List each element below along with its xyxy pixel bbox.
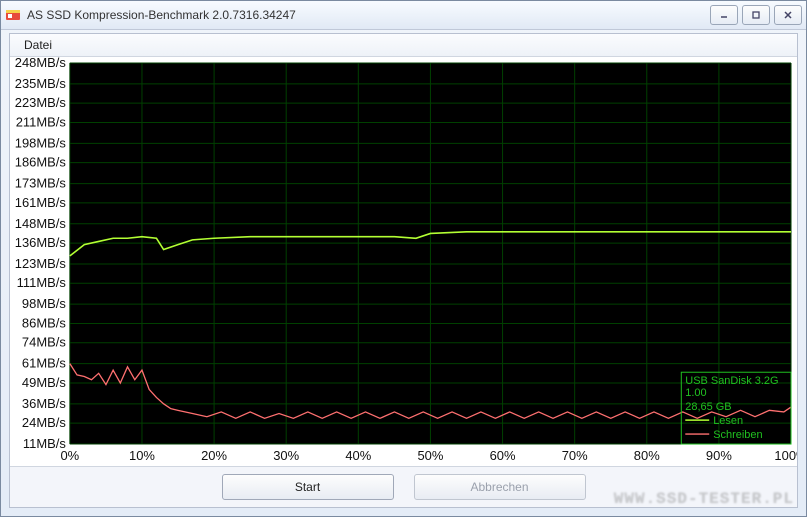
svg-text:36MB/s: 36MB/s [22, 396, 66, 411]
window-title: AS SSD Kompression-Benchmark 2.0.7316.34… [27, 8, 710, 22]
titlebar: AS SSD Kompression-Benchmark 2.0.7316.34… [1, 1, 806, 30]
chart-area: 11MB/s24MB/s36MB/s49MB/s61MB/s74MB/s86MB… [10, 57, 797, 466]
svg-text:173MB/s: 173MB/s [15, 176, 67, 191]
svg-text:70%: 70% [562, 448, 588, 463]
svg-text:223MB/s: 223MB/s [15, 95, 67, 110]
svg-text:198MB/s: 198MB/s [15, 135, 67, 150]
svg-text:211MB/s: 211MB/s [16, 114, 67, 129]
svg-text:0%: 0% [60, 448, 79, 463]
menu-file[interactable]: Datei [18, 36, 58, 54]
app-window: AS SSD Kompression-Benchmark 2.0.7316.34… [0, 0, 807, 517]
svg-text:248MB/s: 248MB/s [15, 57, 67, 70]
svg-text:24MB/s: 24MB/s [22, 415, 66, 430]
svg-text:60%: 60% [490, 448, 516, 463]
svg-text:98MB/s: 98MB/s [22, 296, 66, 311]
svg-text:86MB/s: 86MB/s [22, 315, 66, 330]
svg-text:1.00: 1.00 [685, 387, 706, 399]
svg-text:111MB/s: 111MB/s [17, 275, 67, 290]
svg-text:40%: 40% [345, 448, 371, 463]
svg-text:161MB/s: 161MB/s [15, 195, 67, 210]
cancel-button: Abbrechen [414, 474, 586, 500]
svg-text:28,65 GB: 28,65 GB [685, 401, 731, 413]
button-row: Start Abbrechen [10, 466, 797, 507]
svg-text:74MB/s: 74MB/s [22, 335, 66, 350]
svg-text:30%: 30% [273, 448, 299, 463]
svg-text:50%: 50% [417, 448, 443, 463]
maximize-button[interactable] [742, 5, 770, 25]
svg-text:136MB/s: 136MB/s [15, 235, 67, 250]
svg-text:10%: 10% [129, 448, 155, 463]
svg-text:49MB/s: 49MB/s [22, 375, 66, 390]
menubar: Datei [10, 34, 797, 57]
svg-text:90%: 90% [706, 448, 732, 463]
svg-text:80%: 80% [634, 448, 660, 463]
app-icon [5, 7, 21, 23]
svg-text:Schreiben: Schreiben [713, 429, 762, 441]
svg-text:61MB/s: 61MB/s [22, 356, 66, 371]
svg-text:186MB/s: 186MB/s [15, 155, 67, 170]
svg-text:20%: 20% [201, 448, 227, 463]
start-button[interactable]: Start [222, 474, 394, 500]
svg-text:148MB/s: 148MB/s [15, 216, 67, 231]
svg-text:USB SanDisk 3.2G: USB SanDisk 3.2G [685, 375, 778, 387]
client-area: Datei 11MB/s24MB/s36MB/s49MB/s61MB/s74MB… [9, 33, 798, 508]
svg-text:Lesen: Lesen [713, 415, 743, 427]
close-button[interactable] [774, 5, 802, 25]
svg-text:123MB/s: 123MB/s [15, 256, 67, 271]
svg-text:235MB/s: 235MB/s [15, 76, 67, 91]
svg-text:100%: 100% [774, 448, 797, 463]
window-controls [710, 5, 802, 25]
minimize-button[interactable] [710, 5, 738, 25]
compression-chart: 11MB/s24MB/s36MB/s49MB/s61MB/s74MB/s86MB… [10, 57, 797, 466]
